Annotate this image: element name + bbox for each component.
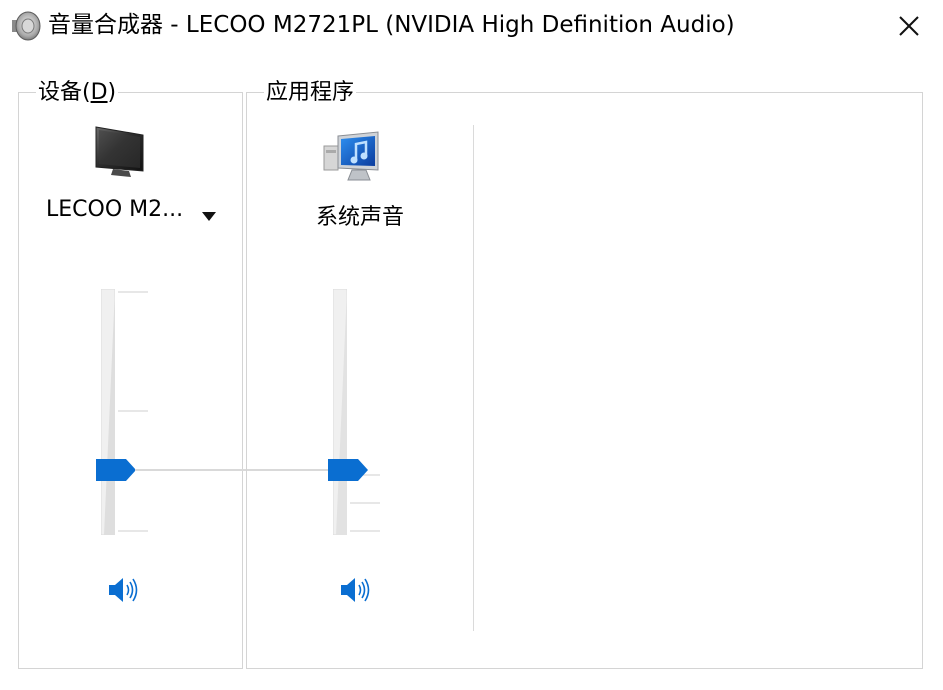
device-name[interactable]: LECOO M2...	[46, 196, 183, 224]
app-volume-slider-thumb[interactable]	[328, 459, 368, 481]
close-icon	[899, 16, 919, 36]
device-volume-track[interactable]	[100, 288, 116, 536]
window-title: 音量合成器 - LECOO M2721PL (NVIDIA High Defin…	[48, 12, 735, 38]
speaker-icon	[341, 578, 370, 602]
speaker-app-icon	[10, 11, 42, 41]
chevron-down-icon[interactable]	[202, 206, 216, 221]
device-volume-slider-thumb[interactable]	[96, 459, 136, 481]
device-group-label: 设备(D)	[36, 80, 119, 106]
app-column-separator	[473, 125, 474, 631]
app-group-label: 应用程序	[264, 80, 357, 106]
device-mute-button[interactable]	[107, 575, 141, 605]
app-volume-ticks	[350, 289, 380, 535]
mnemonic-d: D	[90, 80, 108, 105]
device-volume-ticks	[118, 289, 148, 535]
monitor-icon[interactable]	[93, 125, 147, 179]
title-bar: 音量合成器 - LECOO M2721PL (NVIDIA High Defin…	[0, 0, 943, 52]
app-mute-button[interactable]	[339, 575, 373, 605]
app-name-system-sounds: 系统声音	[315, 205, 404, 230]
speaker-icon	[109, 578, 138, 602]
app-volume-track[interactable]	[332, 288, 348, 536]
system-sounds-icon	[322, 130, 384, 186]
close-button[interactable]	[888, 8, 928, 44]
